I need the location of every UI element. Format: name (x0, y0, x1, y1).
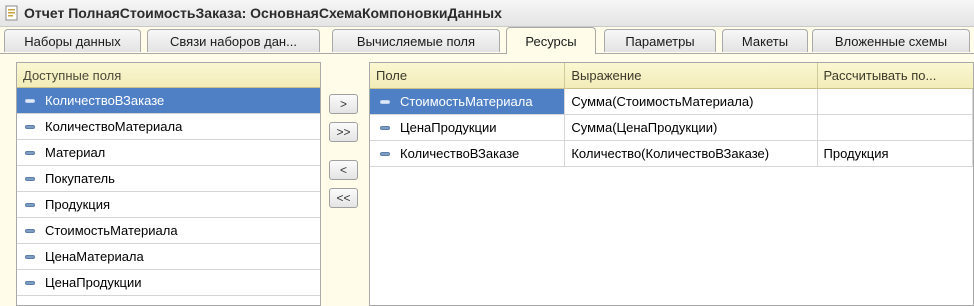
window-title: Отчет ПолнаяСтоимостьЗаказа: ОсновнаяСхе… (24, 5, 502, 21)
table-row[interactable]: КоличествоВЗаказе Количество(КоличествоВ… (370, 141, 973, 167)
tab-parameters[interactable]: Параметры (604, 29, 716, 52)
cell-field[interactable]: КоличествоВЗаказе (370, 141, 566, 166)
tab-templates[interactable]: Макеты (722, 29, 808, 52)
table-row[interactable]: СтоимостьМатериала Сумма(СтоимостьМатери… (370, 89, 973, 115)
table-header: Поле Выражение Рассчитывать по... (370, 63, 973, 89)
field-icon (380, 125, 390, 130)
field-icon (25, 280, 35, 285)
list-item[interactable]: Продукция (17, 192, 320, 218)
cell-field[interactable]: ЦенаПродукции (370, 115, 566, 140)
list-item[interactable]: КоличествоМатериала (17, 114, 320, 140)
column-header-field[interactable]: Поле (370, 63, 566, 88)
cell-field[interactable]: СтоимостьМатериала (370, 89, 566, 114)
list-item[interactable]: КоличествоВЗаказе (17, 88, 320, 114)
tab-bar: Наборы данных Связи наборов дан... Вычис… (0, 27, 974, 54)
table-row[interactable]: ЦенаПродукции Сумма(ЦенаПродукции) (370, 115, 973, 141)
list-item[interactable]: Покупатель (17, 166, 320, 192)
field-icon (25, 150, 35, 155)
tab-nested-schemas[interactable]: Вложенные схемы (812, 29, 970, 52)
tab-resources[interactable]: Ресурсы (506, 27, 596, 54)
list-item[interactable]: Материал (17, 140, 320, 166)
tab-divider (0, 53, 974, 54)
add-all-fields-button[interactable]: >> (329, 122, 358, 142)
tab-datasets[interactable]: Наборы данных (4, 29, 141, 52)
document-icon (4, 5, 20, 21)
cell-calc-by[interactable]: Продукция (818, 141, 973, 166)
cell-calc-by[interactable] (818, 115, 973, 140)
column-header-expression[interactable]: Выражение (565, 63, 818, 88)
field-icon (25, 254, 35, 259)
column-header-calc-by[interactable]: Рассчитывать по... (818, 63, 973, 88)
field-icon (25, 176, 35, 181)
field-icon (380, 99, 390, 104)
available-fields-header: Доступные поля (17, 63, 320, 88)
tab-calculated-fields[interactable]: Вычисляемые поля (332, 29, 500, 52)
list-item[interactable]: СтоимостьМатериала (17, 218, 320, 244)
resources-table[interactable]: Поле Выражение Рассчитывать по... Стоимо… (369, 62, 974, 306)
list-item[interactable]: ЦенаПродукции (17, 270, 320, 296)
field-icon (380, 151, 390, 156)
field-icon (25, 228, 35, 233)
window-titlebar: Отчет ПолнаяСтоимостьЗаказа: ОсновнаяСхе… (0, 0, 974, 27)
available-fields-list[interactable]: Доступные поля КоличествоВЗаказе Количес… (16, 62, 321, 306)
tab-dataset-links[interactable]: Связи наборов дан... (147, 29, 320, 52)
cell-calc-by[interactable] (818, 89, 973, 114)
cell-expression[interactable]: Сумма(СтоимостьМатериала) (565, 89, 818, 114)
add-field-button[interactable]: > (329, 94, 358, 114)
field-icon (25, 202, 35, 207)
remove-field-button[interactable]: < (329, 160, 358, 180)
cell-expression[interactable]: Количество(КоличествоВЗаказе) (565, 141, 818, 166)
field-icon (25, 124, 35, 129)
cell-expression[interactable]: Сумма(ЦенаПродукции) (565, 115, 818, 140)
field-icon (25, 98, 35, 103)
list-item[interactable]: ЦенаМатериала (17, 244, 320, 270)
remove-all-fields-button[interactable]: << (329, 188, 358, 208)
